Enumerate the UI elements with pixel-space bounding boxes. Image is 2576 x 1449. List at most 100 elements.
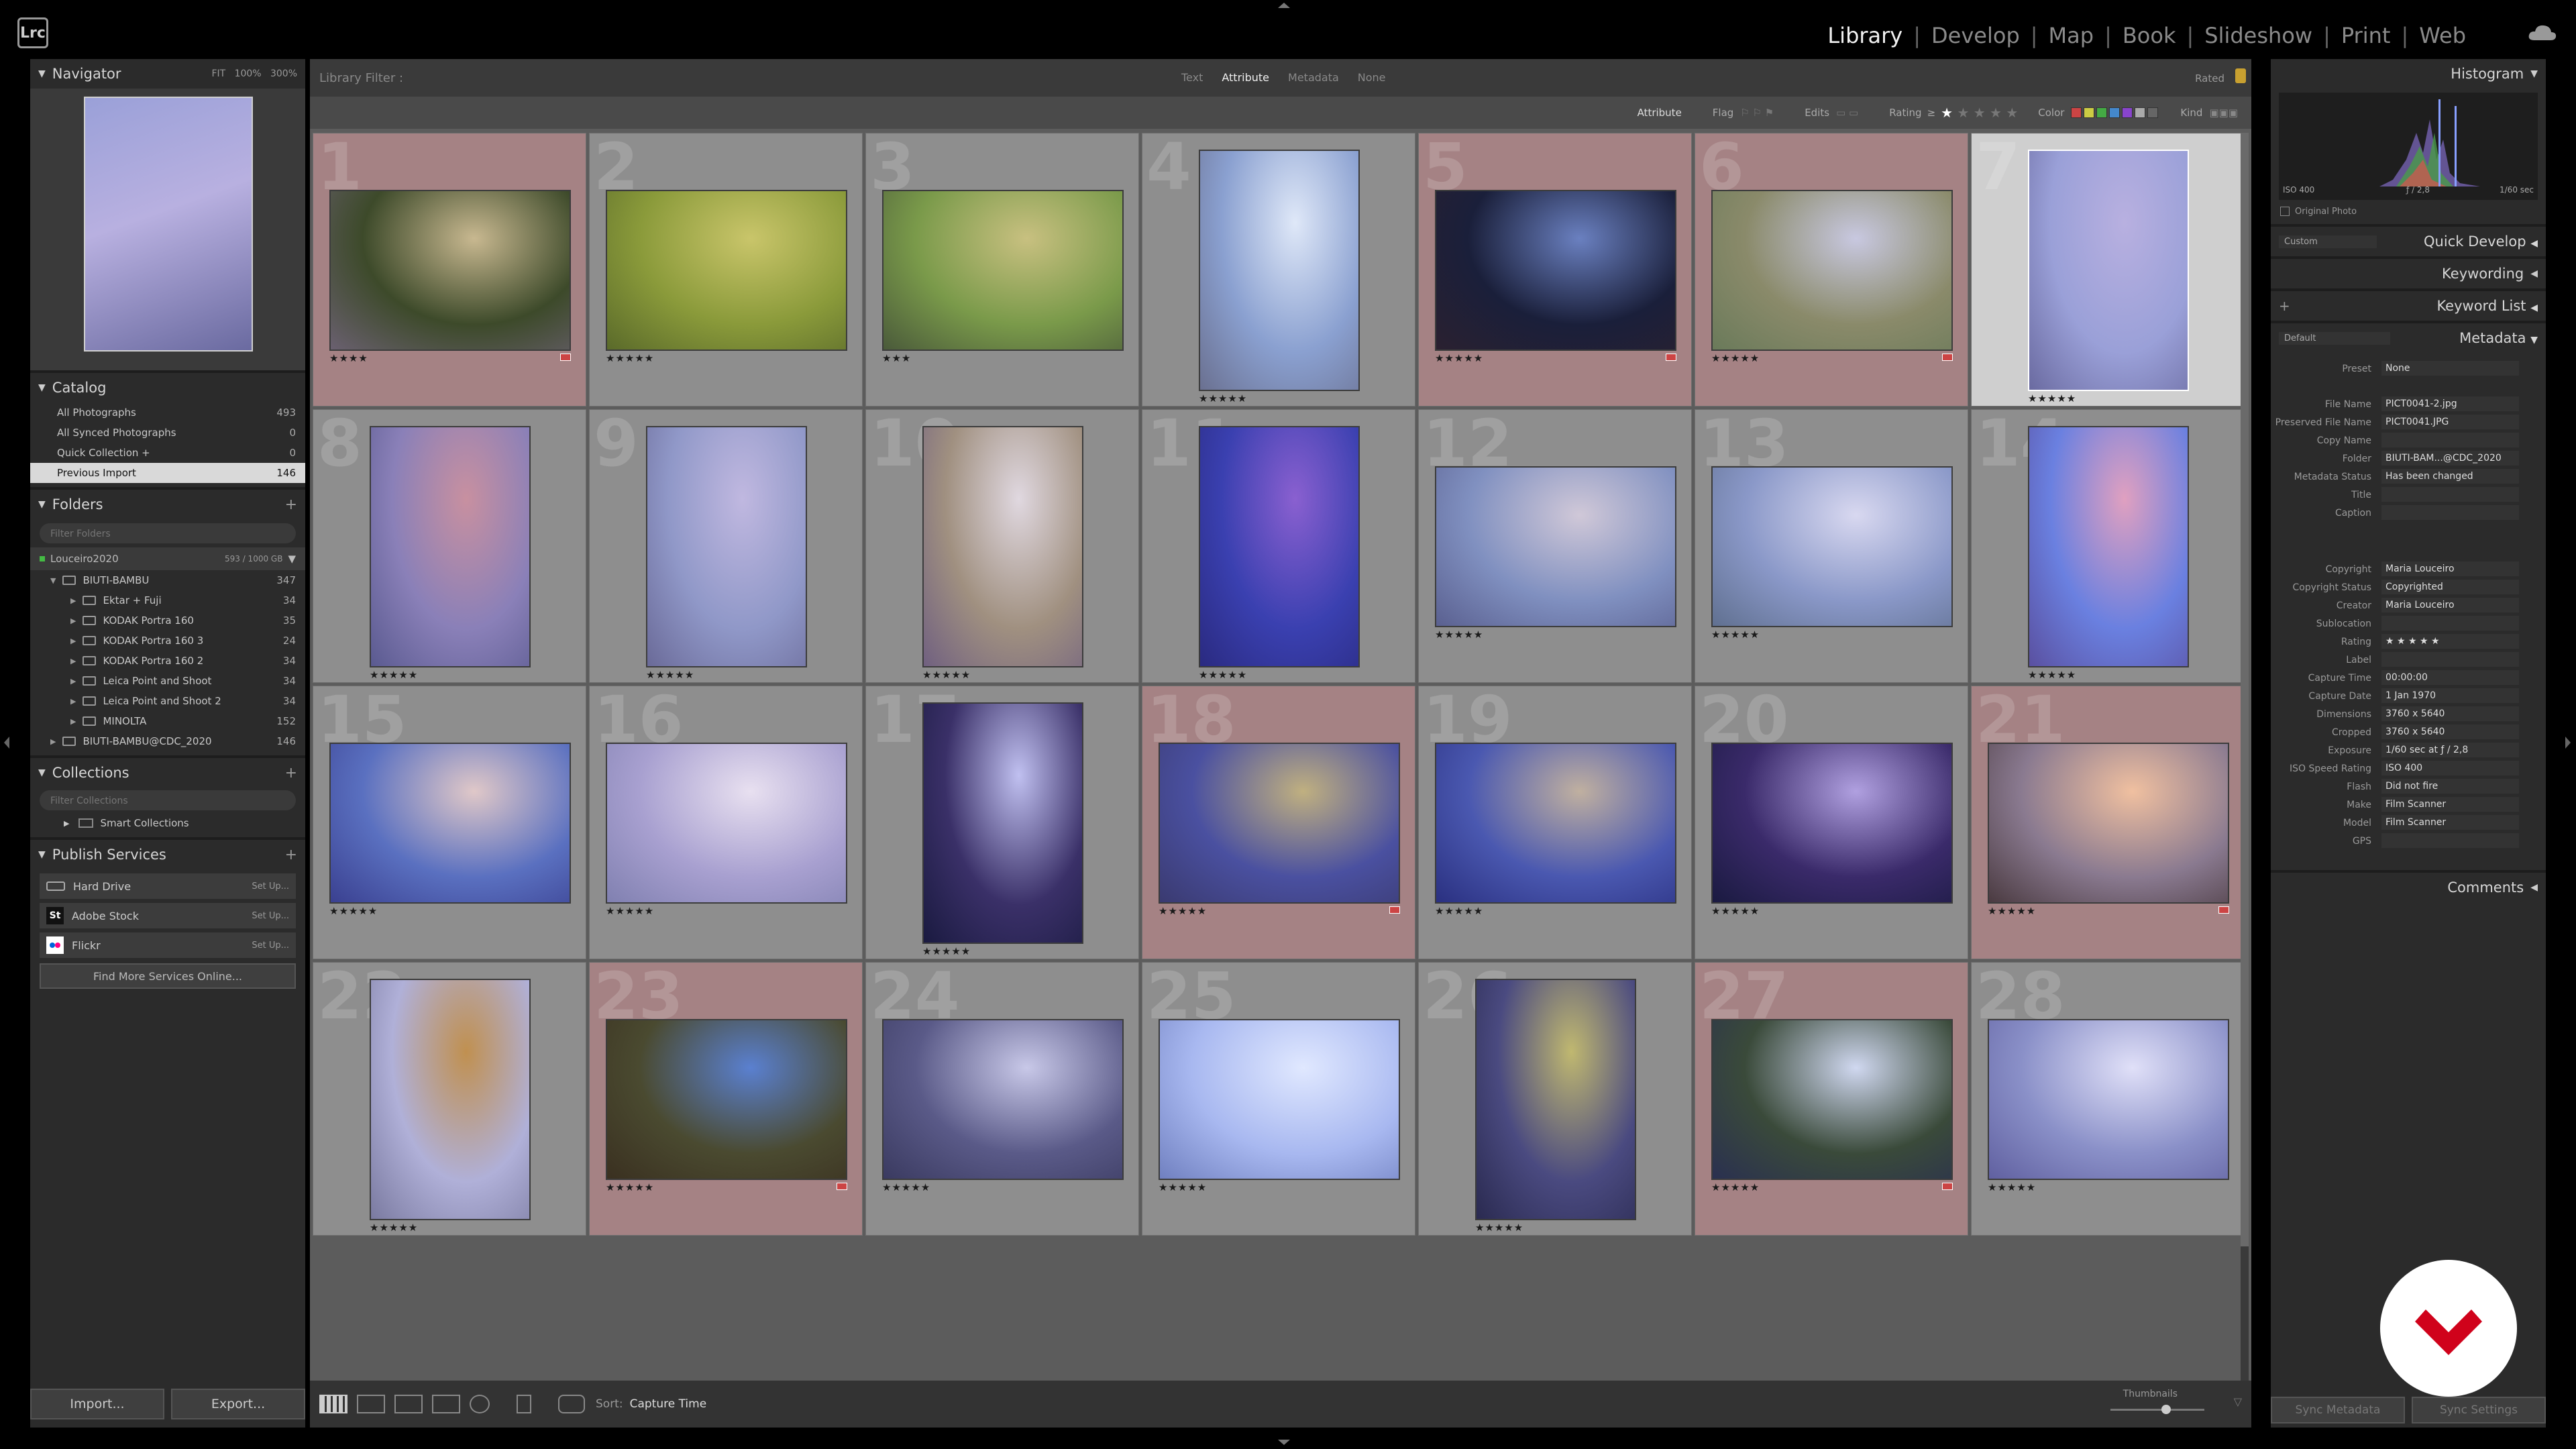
expand-triangle-icon[interactable]: ▶ — [70, 637, 76, 645]
star-rating[interactable]: ★★★★★ — [1711, 905, 1760, 917]
original-photo-checkbox[interactable] — [2280, 207, 2290, 216]
thumbnail-cell[interactable]: 28 ★★★★★ — [1971, 962, 2245, 1236]
metadata-field-value[interactable]: Copyrighted — [2381, 580, 2519, 594]
filter-tab-attribute[interactable]: Attribute — [1222, 71, 1269, 84]
grid-scrollbar-thumb[interactable] — [2241, 133, 2249, 1246]
thumbnail-cell[interactable]: 15 ★★★★★ — [313, 686, 586, 959]
metadata-field-value[interactable] — [2381, 505, 2519, 520]
star-rating[interactable]: ★★★★★ — [922, 945, 971, 957]
filter-preset[interactable]: Rated — [2195, 72, 2224, 85]
photo-thumbnail[interactable] — [1711, 743, 1953, 904]
toolbar-menu-icon[interactable]: ▽ — [2234, 1395, 2242, 1408]
thumbnail-cell[interactable]: 2 ★★★★★ — [589, 133, 863, 407]
star-rating[interactable]: ★★★★★ — [606, 352, 654, 364]
grid-scrollbar[interactable] — [2241, 133, 2249, 1381]
metadata-field-value[interactable]: BIUTI-BAM...@CDC_2020 — [2381, 451, 2519, 466]
star-rating[interactable]: ★★★★★ — [1435, 905, 1483, 917]
photo-thumbnail[interactable] — [1435, 743, 1676, 904]
metadata-field-value[interactable]: Has been changed — [2381, 469, 2519, 484]
thumbnail-cell[interactable]: 1 ★★★★ — [313, 133, 586, 407]
module-print[interactable]: Print — [2339, 23, 2394, 48]
metadata-field-value[interactable]: Maria Louceiro — [2381, 561, 2519, 576]
photo-thumbnail[interactable] — [1435, 466, 1676, 627]
find-more-services-button[interactable]: Find More Services Online... — [40, 963, 296, 989]
navigator-thumbnail[interactable] — [84, 97, 253, 352]
thumbnail-cell[interactable]: 4 ★★★★★ — [1142, 133, 1415, 407]
photo-thumbnail[interactable] — [2028, 150, 2189, 391]
thumbnail-cell[interactable]: 14 ★★★★★ — [1971, 409, 2245, 683]
collapse-top-icon[interactable] — [1278, 3, 1290, 8]
catalog-header[interactable]: ▼ Catalog — [30, 373, 305, 402]
photo-thumbnail[interactable] — [1988, 743, 2229, 904]
star-rating[interactable]: ★★★★★ — [1475, 1222, 1523, 1234]
color-swatch[interactable] — [2109, 107, 2121, 118]
folder-item[interactable]: ▼ BIUTI-BAMBU 347 — [30, 570, 305, 590]
module-develop[interactable]: Develop — [1929, 23, 2023, 48]
catalog-item[interactable]: Quick Collection + 0 — [30, 443, 305, 463]
sync-metadata-button[interactable]: Sync Metadata — [2271, 1397, 2405, 1424]
thumbnail-cell[interactable]: 16 ★★★★★ — [589, 686, 863, 959]
thumbnail-size-slider-handle[interactable] — [2161, 1405, 2171, 1414]
smart-collections-row[interactable]: ▶ Smart Collections — [30, 813, 305, 833]
star-rating[interactable]: ★★★★★ — [1435, 352, 1483, 364]
color-swatch[interactable] — [2147, 107, 2159, 118]
photo-thumbnail[interactable] — [370, 426, 531, 667]
folders-header[interactable]: ▼ Folders + — [30, 490, 305, 519]
metadata-field-value[interactable]: Did not fire — [2381, 779, 2519, 794]
star-rating[interactable]: ★★★★★ — [1711, 1181, 1760, 1193]
grid-view-icon[interactable] — [319, 1395, 347, 1413]
add-folder-icon[interactable]: + — [285, 496, 297, 513]
star-rating[interactable]: ★★★★★ — [1988, 905, 2036, 917]
photo-thumbnail[interactable] — [1199, 150, 1360, 391]
star-rating[interactable]: ★★★★★ — [922, 669, 971, 681]
star-rating[interactable]: ★★★★★ — [2028, 392, 2076, 405]
expand-triangle-icon[interactable]: ▶ — [70, 616, 76, 625]
photo-thumbnail[interactable] — [1159, 1019, 1400, 1180]
thumbnail-cell[interactable]: 27 ★★★★★ — [1695, 962, 1968, 1236]
thumbnail-cell[interactable]: 3 ★★★ — [865, 133, 1139, 407]
filter-tab-none[interactable]: None — [1358, 71, 1386, 84]
volume-row[interactable]: Louceiro2020 593 / 1000 GB ▼ — [30, 547, 305, 570]
star-rating[interactable]: ★★★★★ — [1199, 392, 1247, 405]
color-swatch[interactable] — [2071, 107, 2082, 118]
metadata-field-value[interactable]: Film Scanner — [2381, 797, 2519, 812]
photo-thumbnail[interactable] — [329, 190, 571, 351]
expand-triangle-icon[interactable]: ▶ — [70, 657, 76, 665]
folder-item[interactable]: ▶ KODAK Portra 160 3 24 — [30, 631, 305, 651]
expand-triangle-icon[interactable]: ▶ — [70, 596, 76, 605]
thumbnail-cell[interactable]: 20 ★★★★★ — [1695, 686, 1968, 959]
edits-filter-icons[interactable]: ▭ ▭ — [1836, 107, 1858, 119]
expand-triangle-icon[interactable]: ▶ — [50, 737, 56, 746]
photo-thumbnail[interactable] — [1711, 1019, 1953, 1180]
comments-header[interactable]: Comments ◀ — [2271, 873, 2546, 902]
expand-triangle-icon[interactable]: ▶ — [70, 697, 76, 706]
thumbnail-cell[interactable]: 6 ★★★★★ — [1695, 133, 1968, 407]
thumbnail-cell[interactable]: 24 ★★★★★ — [865, 962, 1139, 1236]
rating-filter-stars[interactable]: ★ ★ ★ ★ ★ — [1941, 105, 2018, 121]
volume-dropdown-icon[interactable]: ▼ — [288, 553, 296, 565]
add-collection-icon[interactable]: + — [285, 765, 297, 782]
thumbnail-cell[interactable]: 13 ★★★★★ — [1695, 409, 1968, 683]
thumbnail-cell[interactable]: 8 ★★★★★ — [313, 409, 586, 683]
zoom-300[interactable]: 300% — [270, 68, 297, 79]
collapse-left-icon[interactable] — [4, 737, 9, 749]
star-rating[interactable]: ★★★★★ — [646, 669, 694, 681]
folder-item[interactable]: ▶ KODAK Portra 160 35 — [30, 610, 305, 631]
original-photo-row[interactable]: Original Photo — [2271, 204, 2546, 219]
metadata-field-value[interactable]: 3760 x 5640 — [2381, 724, 2519, 739]
survey-view-icon[interactable] — [432, 1395, 460, 1413]
collapse-right-icon[interactable] — [2565, 737, 2571, 749]
photo-thumbnail[interactable] — [1159, 743, 1400, 904]
photo-thumbnail[interactable] — [1988, 1019, 2229, 1180]
collection-filter[interactable] — [40, 790, 296, 810]
thumbnail-cell[interactable]: 18 ★★★★★ — [1142, 686, 1415, 959]
zoom-fit[interactable]: FIT — [211, 68, 225, 79]
collection-filter-input[interactable] — [49, 793, 293, 809]
module-library[interactable]: Library — [1825, 23, 1905, 48]
folder-item[interactable]: ▶ Leica Point and Shoot 34 — [30, 671, 305, 691]
compare-view-icon[interactable] — [394, 1395, 423, 1413]
folder-filter-input[interactable] — [49, 526, 293, 542]
star-rating[interactable]: ★★★★ — [329, 352, 368, 364]
folder-item[interactable]: ▶ KODAK Portra 160 2 34 — [30, 651, 305, 671]
metadata-field-value[interactable]: 1/60 sec at ƒ / 2,8 — [2381, 743, 2519, 757]
